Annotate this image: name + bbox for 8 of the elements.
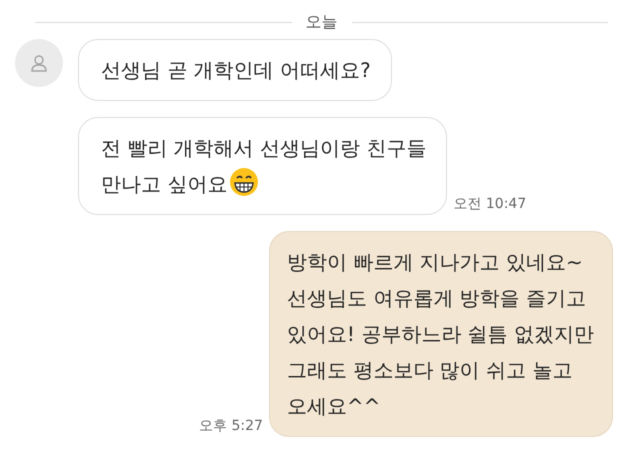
message-bubble: 방학이 빠르게 지나가고 있네요~ 선생님도 여유롭게 방학을 즐기고 있어요! 공부하느라 쉴틈 없겠지만 그래도 평소보다 많이 쉬고 놀고 오세요^^ xyxy=(268,231,613,437)
message-bubble: 선생님 곧 개학인데 어떠세요? xyxy=(78,39,392,101)
avatar[interactable] xyxy=(15,39,63,87)
message-bubble: 전 빨리 개학해서 선생님이랑 친구들 만나고 싶어요 xyxy=(78,117,448,215)
message-time: 오후 5:27 xyxy=(199,417,263,435)
message-time: 오전 10:47 xyxy=(453,195,526,213)
person-icon xyxy=(29,53,49,73)
date-divider: 오늘 xyxy=(306,12,338,33)
